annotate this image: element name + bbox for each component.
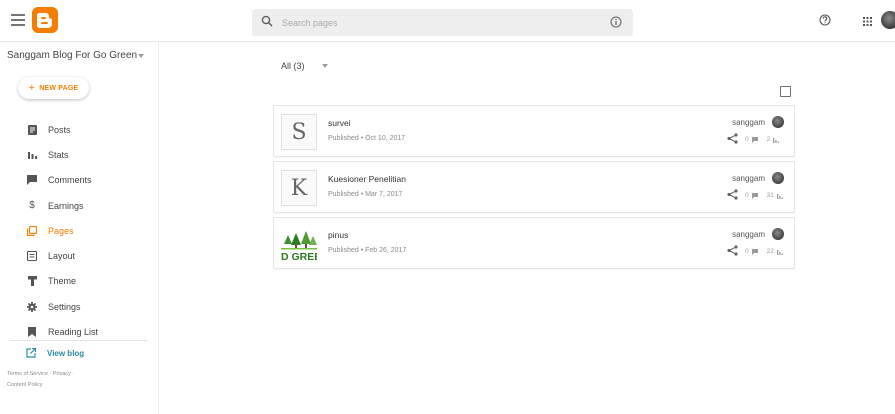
sidebar-item-pages[interactable]: Pages [0,218,158,243]
view-count: 31 [766,192,774,199]
share-icon[interactable] [727,189,738,200]
layout-icon [27,251,37,262]
page-filter-dropdown[interactable]: All (3) [281,59,328,73]
sidebar-item-posts[interactable]: Posts [0,117,158,142]
top-bar [0,0,895,42]
sidebar-item-theme[interactable]: Theme [0,269,158,294]
blogger-logo[interactable] [32,7,58,33]
comment-icon [751,248,758,255]
page-title[interactable]: pinus [328,230,348,240]
blog-selector[interactable]: Sanggam Blog For Go Green [7,50,147,68]
list-item[interactable]: K Kuesioner Penelitian Published • Mar 7… [273,161,795,213]
sidebar-item-label: Theme [48,276,77,287]
page-stats: 0 31 [745,192,783,199]
page-thumbnail: S [281,114,317,150]
author-avatar [772,116,784,128]
sidebar-item-label: Stats [48,149,69,160]
page-status: Published • Mar 7, 2017 [328,191,403,198]
sidebar-item-label: Pages [48,225,74,236]
share-icon[interactable] [727,245,738,256]
page-stats: 0 22 [745,248,783,255]
page-author: sanggam [732,230,765,239]
page-title[interactable]: Kuesioner Penelitian [328,174,406,184]
new-page-label: NEW PAGE [39,84,79,92]
sidebar-item-label: Reading List [48,327,99,338]
filter-label: All (3) [281,61,305,71]
search-bar[interactable] [252,9,633,36]
page-thumbnail: K [281,170,317,206]
bookmark-icon [27,327,37,338]
pages-icon [27,225,37,236]
sidebar-nav: Posts Stats Comments $ Earnings Pages La… [0,117,158,345]
author-avatar [772,172,784,184]
page-thumbnail: D GREE [281,226,317,262]
page-title[interactable]: survei [328,118,351,128]
sidebar-item-stats[interactable]: Stats [0,142,158,167]
page-status: Published • Feb 26, 2017 [328,247,407,254]
share-icon[interactable] [727,133,738,144]
account-avatar[interactable] [881,11,895,29]
posts-icon [27,124,37,135]
comments-icon [27,175,37,186]
sidebar-item-label: Comments [48,175,92,186]
sidebar-item-label: Layout [48,251,76,262]
help-icon[interactable] [819,14,831,26]
page-list: S survei Published • Oct 10, 2017 sangga… [273,105,795,273]
plus-icon: + [28,82,36,94]
menu-icon[interactable] [11,14,25,26]
view-blog-link[interactable]: View blog [26,346,84,360]
sidebar-item-comments[interactable]: Comments [0,168,158,193]
content-policy-link[interactable]: Content Policy [7,382,42,388]
view-count: 22 [766,248,774,255]
new-page-button[interactable]: + NEW PAGE [18,77,89,99]
privacy-link[interactable]: Privacy [53,371,71,377]
page-author: sanggam [732,174,765,183]
apps-grid-icon[interactable] [863,17,872,26]
thumbnail-text: D GREE [281,251,317,262]
sidebar-divider [10,340,148,341]
sidebar-item-label: Posts [48,124,71,135]
views-bar-icon [776,249,783,255]
view-count: 2 [766,136,771,143]
page-author: sanggam [732,118,765,127]
sidebar-item-settings[interactable]: Settings [0,294,158,319]
chevron-down-icon [321,64,328,68]
dollar-icon: $ [29,200,35,212]
list-item[interactable]: S survei Published • Oct 10, 2017 sangga… [273,105,795,157]
sidebar-item-layout[interactable]: Layout [0,243,158,268]
stats-icon [27,150,37,160]
sidebar-item-label: Settings [48,301,81,312]
sidebar-item-earnings[interactable]: $ Earnings [0,193,158,218]
search-input[interactable] [282,12,592,33]
sidebar-item-label: Earnings [48,200,84,211]
footer-links: Terms of Service · Privacy · Content Pol… [7,369,107,391]
comment-count: 0 [745,192,749,199]
terms-link[interactable]: Terms of Service [7,371,48,377]
info-icon[interactable] [610,16,622,28]
views-bar-icon [776,193,783,199]
views-bar-icon [773,137,780,143]
theme-brush-icon [27,276,37,287]
blog-name: Sanggam Blog For Go Green [7,50,138,61]
go-green-image: D GREE [281,226,317,262]
list-item[interactable]: D GREE pinus Published • Feb 26, 2017 sa… [273,217,795,269]
sidebar: Sanggam Blog For Go Green + NEW PAGE Pos… [0,42,159,414]
chevron-down-icon [138,54,144,58]
page-status: Published • Oct 10, 2017 [328,135,406,142]
external-link-icon [26,348,36,358]
page-stats: 0 2 [745,136,780,143]
comment-icon [751,192,758,199]
separator: · [72,371,75,377]
comment-icon [751,136,758,143]
select-all-checkbox[interactable] [780,86,791,97]
view-blog-label: View blog [47,348,85,358]
author-avatar [772,228,784,240]
comment-count: 0 [745,136,749,143]
comment-count: 0 [745,248,749,255]
gear-icon [27,301,37,312]
search-icon [261,15,273,27]
